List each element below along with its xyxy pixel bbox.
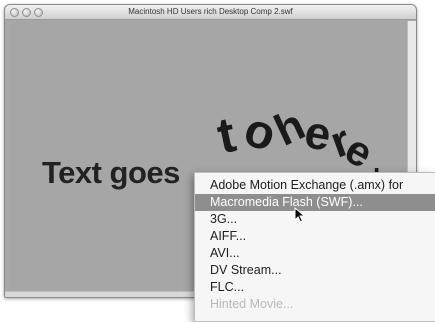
menu-item-flc[interactable]: FLC... bbox=[195, 279, 435, 296]
menu-item-3g[interactable]: 3G... bbox=[195, 211, 435, 228]
menu-item-aiff[interactable]: AIFF... bbox=[195, 228, 435, 245]
window-title: Macintosh HD Users rich Desktop Comp 2.s… bbox=[128, 7, 293, 16]
export-format-menu: Adobe Motion Exchange (.amx) for Macrome… bbox=[194, 172, 435, 322]
menu-item-amx[interactable]: Adobe Motion Exchange (.amx) for bbox=[195, 177, 435, 194]
menu-item-avi[interactable]: AVI... bbox=[195, 245, 435, 262]
menu-item-hinted-movie[interactable]: Hinted Movie... bbox=[195, 296, 435, 313]
arrow-cursor-icon bbox=[294, 207, 306, 223]
scrambled-letter: t bbox=[213, 106, 241, 164]
menu-item-dv-stream[interactable]: DV Stream... bbox=[195, 262, 435, 279]
menu-item-swf[interactable]: Macromedia Flash (SWF)... bbox=[195, 194, 435, 211]
title-bar[interactable]: Macintosh HD Users rich Desktop Comp 2.s… bbox=[5, 5, 416, 20]
stage-headline: Text goes bbox=[42, 155, 180, 190]
